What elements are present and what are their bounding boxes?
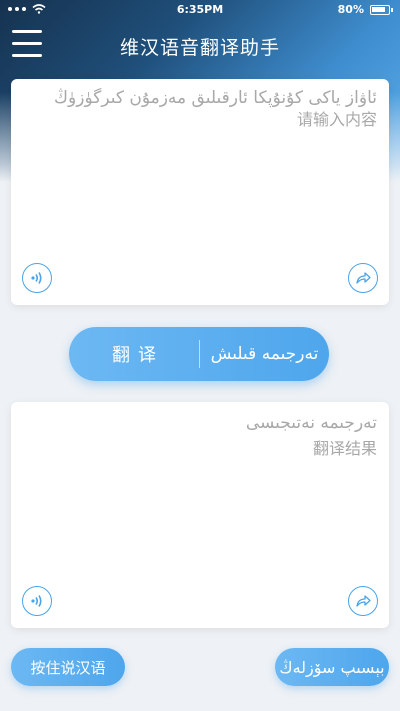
output-card: تەرجىمە نەتىجىسى 翻译结果 (11, 402, 389, 628)
output-placeholder: تەرجىمە نەتىجىسى 翻译结果 (246, 412, 377, 460)
speaker-icon (31, 595, 42, 607)
output-share-button[interactable] (348, 586, 378, 616)
battery-icon (370, 4, 393, 15)
status-bar: 6:35PM 80% (0, 0, 400, 20)
input-placeholder-ug: ئاۋاز ياكى كۇنۇپكا ئارقىلىق مەزمۇن كىرگۈ… (54, 88, 377, 108)
share-icon (356, 272, 371, 284)
input-share-button[interactable] (348, 263, 378, 293)
translate-label-zh: 翻译 (112, 345, 164, 366)
input-placeholder-zh: 请输入内容 (296, 110, 377, 129)
speaker-icon (31, 272, 42, 284)
translate-label-ug: تەرجىمە قىلىش (210, 344, 319, 364)
output-placeholder-zh: 翻译结果 (312, 439, 377, 458)
app-title: 维汉语音翻译助手 (119, 37, 280, 59)
hold-to-speak-uyghur-button[interactable]: بېسىپ سۆزلەڭ (275, 648, 389, 686)
input-placeholder[interactable]: ئاۋاز ياكى كۇنۇپكا ئارقىلىق مەزمۇن كىرگۈ… (54, 87, 377, 131)
output-speaker-button[interactable] (22, 586, 52, 616)
input-card[interactable]: ئاۋاز ياكى كۇنۇپكا ئارقىلىق مەزمۇن كىرگۈ… (11, 79, 389, 305)
share-icon (356, 595, 371, 607)
battery-percent: 80% (337, 3, 364, 16)
output-placeholder-ug: تەرجىمە نەتىجىسى (245, 413, 377, 433)
status-right: 80% (337, 3, 393, 16)
translate-button[interactable]: 翻译 تەرجىمە قىلىش (69, 327, 329, 381)
hold-to-speak-chinese-button[interactable]: 按住说汉语 (11, 648, 125, 686)
input-speaker-button[interactable] (22, 263, 52, 293)
